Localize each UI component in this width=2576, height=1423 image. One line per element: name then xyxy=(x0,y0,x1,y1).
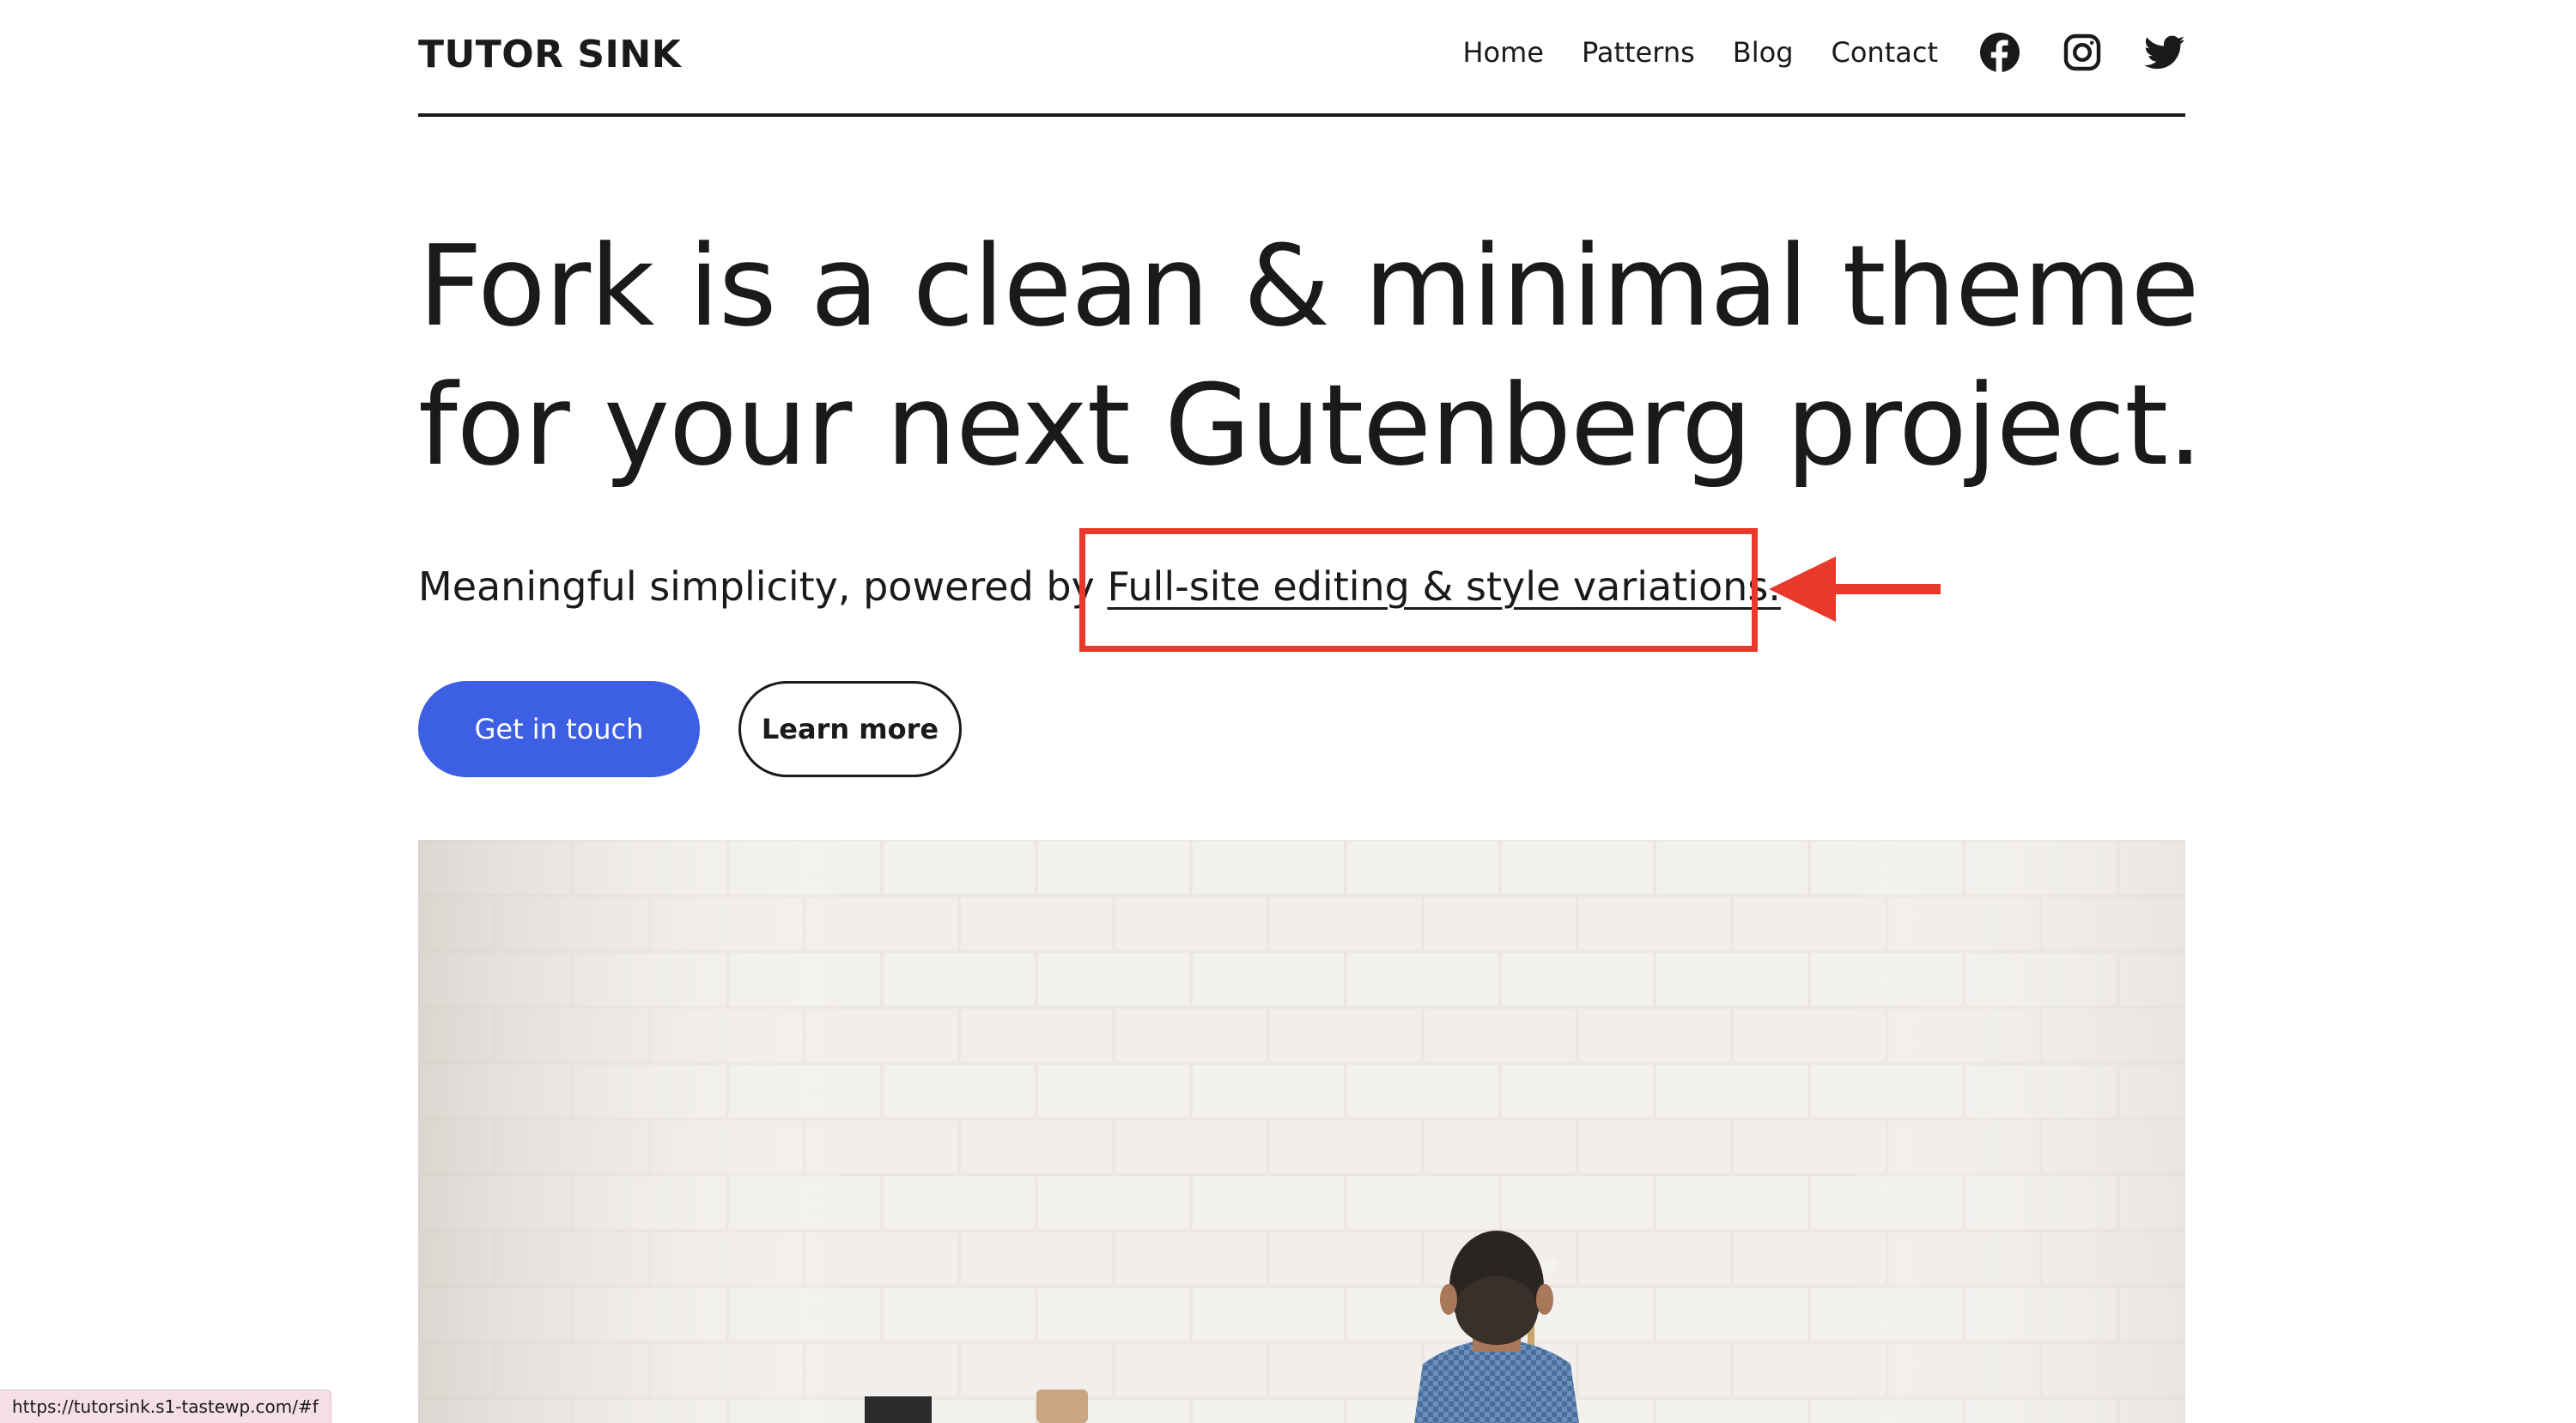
facebook-icon[interactable] xyxy=(1979,32,2020,73)
instagram-icon[interactable] xyxy=(2062,32,2103,73)
annotation-highlight-box xyxy=(1079,528,1758,652)
annotation-arrow-icon xyxy=(1769,556,1941,622)
twitter-icon[interactable] xyxy=(2144,32,2185,73)
browser-status-url: https://tutorsink.s1-tastewp.com/#f xyxy=(0,1390,331,1423)
hero-subtitle-text: Meaningful simplicity, powered by xyxy=(418,563,1095,610)
nav-blog[interactable]: Blog xyxy=(1733,36,1794,69)
get-in-touch-button[interactable]: Get in touch xyxy=(418,681,700,777)
hero-title: Fork is a clean & minimal theme for your… xyxy=(418,221,2203,490)
hero-image xyxy=(418,840,2185,1423)
main-nav: Home Patterns Blog Contact xyxy=(1462,26,2185,79)
learn-more-button[interactable]: Learn more xyxy=(738,681,962,777)
nav-contact[interactable]: Contact xyxy=(1832,36,1939,69)
site-title[interactable]: TUTOR SINK xyxy=(418,33,681,76)
nav-patterns[interactable]: Patterns xyxy=(1582,36,1695,69)
site-header: TUTOR SINK Home Patterns Blog Contact xyxy=(418,0,2185,117)
social-links xyxy=(1979,32,2185,73)
nav-home[interactable]: Home xyxy=(1462,36,1544,69)
